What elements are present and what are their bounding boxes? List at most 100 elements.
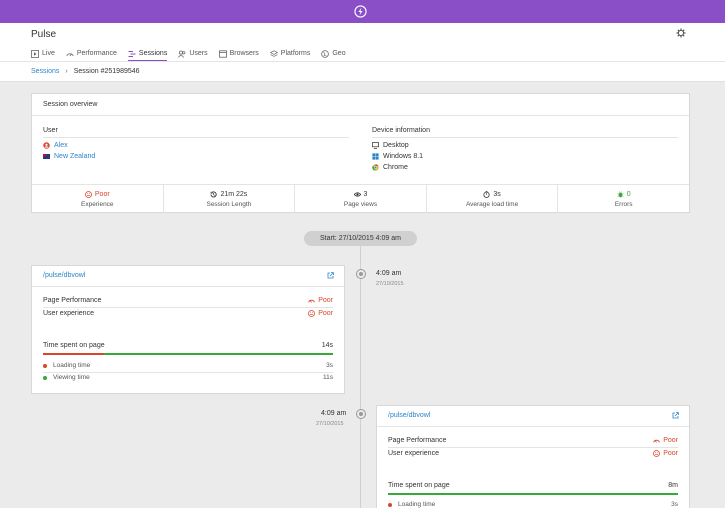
sad-face-icon [308, 310, 316, 317]
history-clock-icon [211, 190, 218, 198]
card-header-divider [32, 286, 344, 287]
device-type: Desktop [383, 142, 409, 149]
user-name-link[interactable]: Alex [54, 142, 68, 149]
timeline-entry-date: 27/10/2015 [376, 281, 404, 287]
tab-geo[interactable]: Geo [321, 46, 346, 61]
user-experience-label: User experience [388, 450, 439, 457]
tab-sessions[interactable]: Sessions [127, 46, 168, 62]
breadcrumb-current: Session #251989546 [73, 68, 140, 75]
row-divider [43, 307, 333, 308]
user-experience-value: Poor [318, 310, 333, 317]
tab-performance-label: Performance [76, 50, 117, 57]
user-experience-row: User experience Poor [43, 310, 333, 317]
browser-icon [218, 49, 227, 58]
stat-session-length-label: Session Length [206, 200, 252, 208]
page-view-card: /pulse/dbvowl Page Performance Poor User… [376, 405, 690, 508]
loading-bullet [43, 363, 47, 368]
tab-users[interactable]: Users [178, 46, 208, 61]
user-country-link[interactable]: New Zealand [54, 153, 95, 160]
session-overview-title: Session overview [32, 94, 689, 116]
tab-platforms[interactable]: Platforms [269, 46, 310, 61]
stat-session-length-value: 21m 22s [220, 190, 248, 198]
external-link-icon[interactable] [672, 412, 679, 419]
pulse-logo-icon[interactable] [354, 5, 367, 18]
user-experience-label: User experience [43, 310, 94, 317]
card-header-divider [377, 426, 689, 427]
bug-icon [617, 190, 624, 197]
app-header: Pulse Live Performance Sessions Users Br… [0, 23, 725, 62]
stat-average-load-time-value: 3s [493, 190, 501, 198]
timeline-line [360, 246, 361, 508]
main-tabs: Live Performance Sessions Users Browsers… [31, 46, 357, 62]
tab-sessions-label: Sessions [138, 50, 168, 57]
user-experience-value: Poor [663, 450, 678, 457]
tab-performance[interactable]: Performance [66, 46, 117, 61]
windows-icon [372, 153, 379, 160]
stat-average-load-time: 3s Average load time [427, 185, 559, 213]
stat-session-length: 21m 22s Session Length [164, 185, 296, 213]
time-spent-row: Time spent on page 8m [388, 482, 678, 489]
breadcrumb: Sessions › Session #251989546 [31, 68, 140, 75]
row-divider [43, 372, 333, 373]
chrome-icon [372, 164, 379, 171]
tab-live[interactable]: Live [31, 46, 55, 61]
external-link-icon[interactable] [327, 272, 334, 279]
sad-face-icon [84, 190, 92, 198]
viewing-time-label: Viewing time [53, 374, 90, 381]
loading-time-label: Loading time [398, 501, 436, 508]
user-section-label: User [43, 127, 58, 134]
page-performance-value: Poor [663, 437, 678, 444]
tab-users-label: Users [189, 50, 208, 57]
top-bar [0, 0, 725, 23]
device-type-row: Desktop [372, 142, 409, 149]
page-view-card: /pulse/dbvowl Page Performance Poor User… [31, 265, 345, 394]
breadcrumb-sessions-link[interactable]: Sessions [31, 68, 59, 75]
row-divider [388, 447, 678, 448]
loading-time-row: Loading time 3s [43, 362, 333, 369]
device-os: Windows 8.1 [383, 153, 424, 160]
desktop-icon [372, 142, 379, 149]
users-icon [178, 50, 186, 58]
time-spent-value: 8m [668, 482, 678, 489]
time-spent-label: Time spent on page [388, 482, 450, 489]
tab-geo-label: Geo [332, 50, 346, 57]
app-title: Pulse [31, 29, 57, 40]
tab-browsers-label: Browsers [229, 50, 259, 57]
loading-time-label: Loading time [53, 362, 91, 369]
user-section-divider [43, 137, 349, 138]
timeline-entry-date: 27/10/2015 [316, 421, 344, 427]
device-browser: Chrome [383, 164, 408, 171]
stat-experience-label: Experience [81, 200, 114, 208]
user-name-row: Alex [43, 142, 68, 149]
timeline-dot [357, 410, 365, 418]
stat-experience: Poor Experience [32, 185, 164, 213]
page-performance-label: Page Performance [388, 437, 447, 444]
breadcrumb-bar: Sessions › Session #251989546 [0, 61, 725, 82]
timeline-start-label: Start: 27/10/2015 4:09 am [304, 231, 417, 246]
viewing-time-value: 11s [323, 374, 333, 381]
gear-icon[interactable] [676, 28, 686, 38]
timeline-dot [357, 270, 365, 278]
page-performance-row: Page Performance Poor [388, 437, 678, 444]
device-os-row: Windows 8.1 [372, 153, 423, 160]
loading-time-value: 3s [326, 362, 333, 369]
stat-page-views-label: Page views [343, 200, 378, 208]
page-performance-value: Poor [318, 297, 333, 304]
chevron-right-icon: › [65, 68, 68, 75]
loading-bullet [388, 502, 392, 507]
page-path-link[interactable]: /pulse/dbvowl [43, 272, 85, 279]
time-spent-value: 14s [321, 342, 333, 349]
gauge-low-icon [308, 299, 315, 303]
device-section-divider [372, 137, 678, 138]
page-path-link[interactable]: /pulse/dbvowl [388, 412, 430, 419]
tab-live-label: Live [42, 50, 55, 57]
tab-browsers[interactable]: Browsers [218, 46, 259, 61]
stat-experience-value: Poor [94, 190, 110, 198]
time-spent-bar [43, 353, 333, 355]
user-avatar-icon [43, 142, 50, 149]
time-spent-bar [388, 493, 678, 495]
sad-face-icon [653, 450, 661, 457]
stat-page-views: 3 Page views [295, 185, 427, 213]
timeline-entry-time: 4:09 am [321, 410, 347, 417]
device-section-label: Device information [372, 127, 430, 134]
